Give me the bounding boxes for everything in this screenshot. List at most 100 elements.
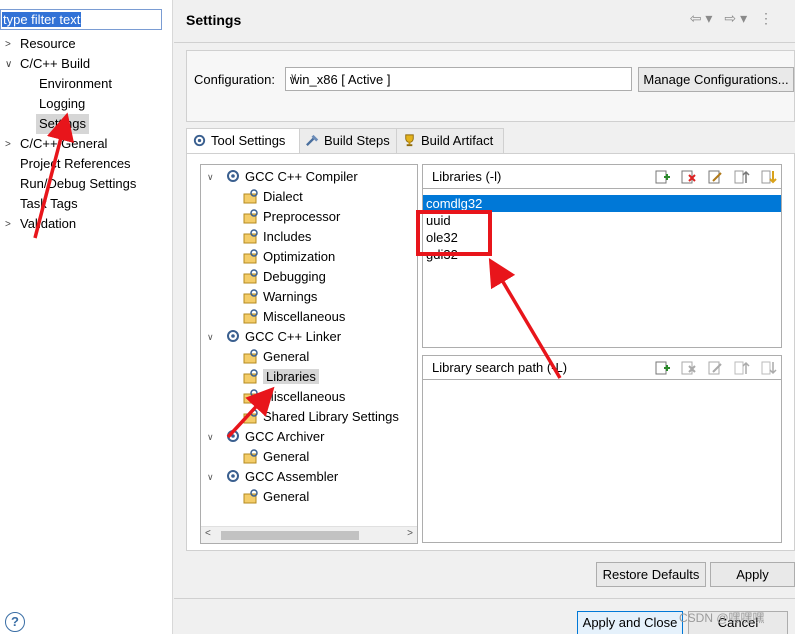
tab-build-artifact[interactable]: Build Artifact [396,128,504,154]
settings-page-icon [243,369,258,384]
settings-page-icon [243,269,258,284]
back-icon[interactable]: ⇦▾ [690,10,717,26]
tree-item-optimization[interactable]: Optimization [243,247,335,267]
page-title: Settings [186,12,242,28]
expand-arrow-icon[interactable]: > [5,139,11,150]
manage-configurations-button[interactable]: Manage Configurations... [638,67,794,92]
preference-tree-panel: type filter text > Resource ∨ C/C++ Buil… [0,0,173,634]
edit-icon[interactable] [707,169,724,185]
tree-item-run-debug-settings[interactable]: Run/Debug Settings [17,174,139,194]
settings-page-icon [243,449,258,464]
tree-item-preprocessor[interactable]: Preprocessor [243,207,340,227]
tree-item-settings[interactable]: Settings [36,114,89,134]
trophy-icon [405,134,414,147]
libraries-header: Libraries (-l) [423,165,781,189]
tool-settings-tree: ∨ GCC C++ Compiler Dialect Preprocessor … [200,164,418,544]
tree-item-validation[interactable]: Validation [17,214,79,234]
tree-item-general[interactable]: General [243,347,309,367]
move-up-icon[interactable] [733,360,750,376]
gear-icon [227,470,239,482]
title-divider [174,42,795,43]
tree-group-gcc-assembler[interactable]: ∨ GCC Assembler [207,467,338,487]
forward-icon[interactable]: ⇨▾ [724,10,751,26]
libraries-list: comdlg32 uuid ole32 gdi32 [423,189,781,263]
gear-icon [227,430,239,442]
list-item[interactable]: comdlg32 [423,195,781,212]
tree-item-cpp-build[interactable]: C/C++ Build [17,54,93,74]
tree-group-gcc-cpp-compiler[interactable]: ∨ GCC C++ Compiler [207,167,358,187]
settings-page-icon [243,409,258,424]
move-up-icon[interactable] [733,169,750,185]
tree-item-logging[interactable]: Logging [36,94,88,114]
tree-item-dialect[interactable]: Dialect [243,187,303,207]
gear-icon [227,330,239,342]
list-item[interactable]: ole32 [423,229,781,246]
collapse-arrow-icon[interactable]: ∨ [207,427,214,447]
collapse-arrow-icon[interactable]: ∨ [5,59,12,70]
settings-page-icon [243,489,258,504]
menu-icon[interactable]: ⋮ [759,10,777,26]
move-down-icon[interactable] [760,169,777,185]
apply-button[interactable]: Apply [710,562,795,587]
library-search-path-panel: Library search path (-L) [422,355,782,543]
tree-item-miscellaneous[interactable]: Miscellaneous [243,307,345,327]
filter-text[interactable]: type filter text [2,12,82,27]
bottom-divider [174,598,795,599]
gear-icon [193,134,206,147]
tree-item-miscellaneous[interactable]: Miscellaneous [243,387,345,407]
tree-item-project-references[interactable]: Project References [17,154,134,174]
scroll-left-icon[interactable]: < [205,528,211,539]
tree-item-debugging[interactable]: Debugging [243,267,326,287]
collapse-arrow-icon[interactable]: ∨ [207,167,214,187]
list-item[interactable]: gdi32 [423,246,781,263]
collapse-arrow-icon[interactable]: ∨ [207,467,214,487]
tree-item-environment[interactable]: Environment [36,74,115,94]
settings-page-icon [243,309,258,324]
tree-item-general[interactable]: General [243,447,309,467]
filter-input[interactable]: type filter text [0,9,162,30]
settings-page-icon [243,209,258,224]
tree-item-resource[interactable]: Resource [17,34,79,54]
apply-and-close-button[interactable]: Apply and Close [577,611,683,634]
libraries-toolbar [648,169,778,193]
tree-group-gcc-archiver[interactable]: ∨ GCC Archiver [207,427,324,447]
settings-page-icon [243,189,258,204]
tree-item-cpp-general[interactable]: C/C++ General [17,134,110,154]
settings-page-icon [243,389,258,404]
gear-icon [227,170,239,182]
library-path-toolbar [648,360,778,384]
scroll-thumb[interactable] [221,531,359,540]
tab-tool-settings[interactable]: Tool Settings [186,128,300,155]
scroll-right-icon[interactable]: > [407,528,413,539]
build-steps-icon [306,134,319,147]
chevron-down-icon: ∨ [290,72,298,83]
add-icon[interactable] [654,360,671,376]
tree-item-general[interactable]: General [243,487,309,507]
tree-item-warnings[interactable]: Warnings [243,287,317,307]
tree-group-gcc-cpp-linker[interactable]: ∨ GCC C++ Linker [207,327,341,347]
settings-page-icon [243,229,258,244]
tree-item-shared-library-settings[interactable]: Shared Library Settings [243,407,399,427]
tree-item-task-tags[interactable]: Task Tags [17,194,81,214]
configuration-select[interactable]: win_x86 [ Active ] ∨ [285,67,632,91]
expand-arrow-icon[interactable]: > [5,39,11,50]
add-icon[interactable] [654,169,671,185]
horizontal-scrollbar[interactable]: < > [201,526,417,543]
list-item[interactable]: uuid [423,212,781,229]
settings-page-icon [243,249,258,264]
library-search-path-header: Library search path (-L) [423,356,781,380]
delete-icon[interactable] [680,169,697,185]
tab-build-steps[interactable]: Build Steps [299,128,397,154]
tree-item-libraries[interactable]: Libraries [243,367,319,387]
settings-page-icon [243,289,258,304]
restore-defaults-button[interactable]: Restore Defaults [596,562,706,587]
delete-icon[interactable] [680,360,697,376]
settings-page-icon [243,349,258,364]
tree-item-includes[interactable]: Includes [243,227,311,247]
help-icon[interactable]: ? [5,612,25,632]
configuration-label: Configuration: [194,72,275,87]
expand-arrow-icon[interactable]: > [5,219,11,230]
edit-icon[interactable] [707,360,724,376]
collapse-arrow-icon[interactable]: ∨ [207,327,214,347]
move-down-icon[interactable] [760,360,777,376]
